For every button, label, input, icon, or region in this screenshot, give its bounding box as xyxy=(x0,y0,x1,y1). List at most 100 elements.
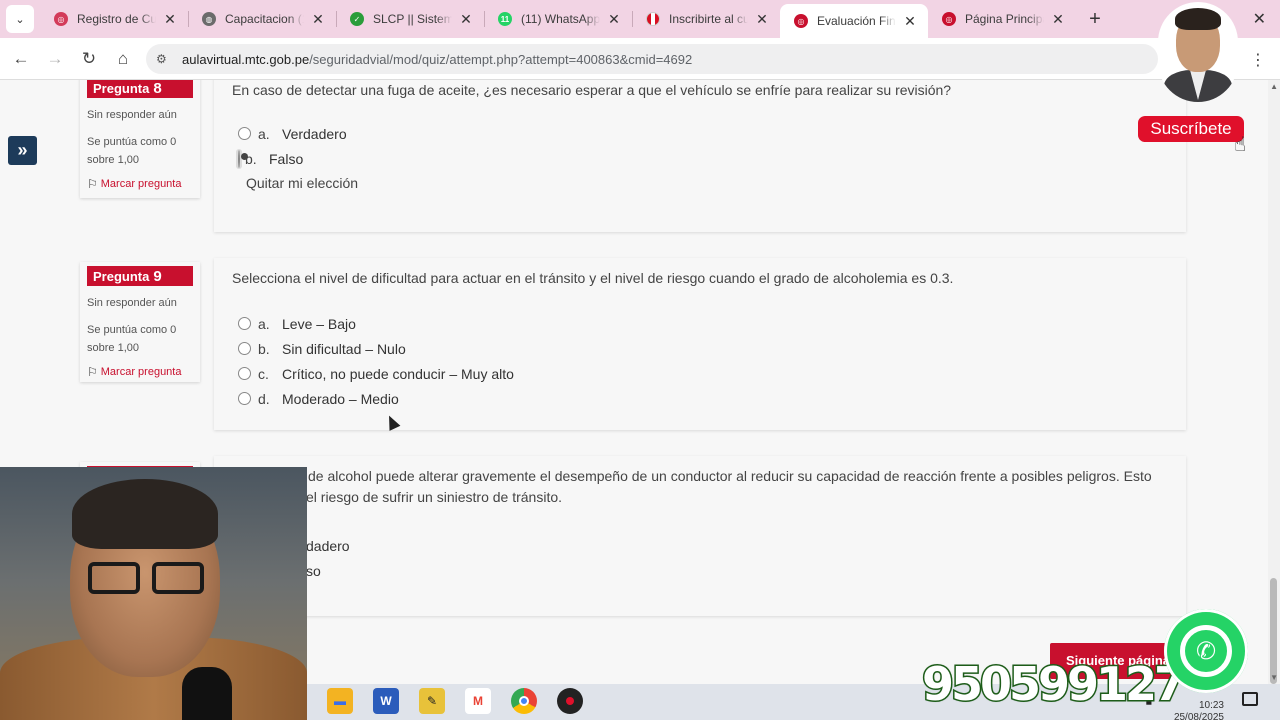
answer-letter: c. xyxy=(258,365,269,382)
close-icon[interactable]: ✕ xyxy=(606,11,622,28)
url-path: /seguridadvial/mod/quiz/attempt.php?atte… xyxy=(309,51,693,67)
tab-pagina-principal[interactable]: ◎ Página Principal ✕ xyxy=(928,0,1076,38)
question-state: Sin responder aún xyxy=(87,297,177,309)
subscribe-button[interactable]: Suscríbete xyxy=(1138,116,1244,142)
tab-search-button[interactable]: ⌄ xyxy=(6,5,34,33)
close-icon[interactable]: ✕ xyxy=(310,11,326,28)
radio-button[interactable] xyxy=(238,392,251,405)
notification-icon[interactable] xyxy=(1242,692,1258,706)
question-state: Sin responder aún xyxy=(87,109,177,121)
flag-question-link[interactable]: ⚐ Marcar pregunta xyxy=(87,177,193,191)
answer-text: Crítico, no puede conducir – Muy alto xyxy=(282,365,514,382)
phone-number-overlay: 950599127 xyxy=(920,656,1187,713)
answer-option[interactable]: a. Verdadero xyxy=(238,121,1168,146)
answer-option[interactable]: b. Sin dificultad – Nulo xyxy=(238,336,1168,361)
page-scrollbar[interactable]: ▲ ▼ xyxy=(1268,80,1280,684)
question-content-10: de alcohol puede alterar gravemente el d… xyxy=(214,456,1186,616)
answer-text: so xyxy=(306,562,321,579)
close-icon[interactable]: ✕ xyxy=(458,11,474,28)
question-content-8: En caso de detectar una fuga de aceite, … xyxy=(214,80,1186,232)
mtc-logo-icon: ◎ xyxy=(942,12,956,26)
answer-text: dadero xyxy=(306,537,350,554)
radio-button[interactable] xyxy=(238,367,251,380)
tab-title: Inscribirte al curso xyxy=(669,12,748,26)
url-host: aulavirtual.mtc.gob.pe xyxy=(182,51,310,67)
answer-letter: b. xyxy=(245,150,257,167)
flag-label: Marcar pregunta xyxy=(100,178,182,190)
file-explorer-icon[interactable]: ▬ xyxy=(327,688,353,714)
answer-option[interactable]: a. Leve – Bajo xyxy=(238,311,1168,336)
tab-inscribirte[interactable]: Inscribirte al curso ✕ xyxy=(632,0,780,38)
flag-icon: ⚐ xyxy=(87,365,98,379)
answer-letter: a. xyxy=(258,315,270,332)
word-icon[interactable]: W xyxy=(373,688,399,714)
window-close-icon[interactable]: ✕ xyxy=(1253,9,1266,29)
radio-button[interactable] xyxy=(238,127,251,140)
clock-date: 25/08/2025 xyxy=(1173,712,1224,720)
reload-icon[interactable]: ↻ xyxy=(72,49,106,69)
answer-option[interactable]: b. Falso xyxy=(236,146,1168,171)
close-icon[interactable]: ✕ xyxy=(1050,11,1066,28)
tab-evaluacion-final[interactable]: ◎ Evaluación Final ✕ xyxy=(780,4,928,38)
tab-strip: ⌄ ◎ Registro de Cursos ✕ ◍ Capacitacion … xyxy=(0,0,1280,38)
forward-arrow-icon[interactable]: → xyxy=(38,49,72,69)
webcam-overlay xyxy=(0,467,307,720)
radio-button[interactable] xyxy=(238,342,251,355)
flag-question-link[interactable]: ⚐ Marcar pregunta xyxy=(87,365,193,379)
question-info-8: Pregunta 8 Sin responder aún Se puntúa co… xyxy=(80,80,200,198)
scroll-down-icon[interactable]: ▼ xyxy=(1270,673,1278,682)
answer-text: Verdadero xyxy=(282,125,347,142)
question-label: Pregunta xyxy=(93,80,150,96)
new-tab-button[interactable]: + xyxy=(1080,8,1110,31)
globe-icon: ◎ xyxy=(54,12,68,26)
peru-flag-icon xyxy=(646,12,660,26)
scroll-up-icon[interactable]: ▲ xyxy=(1270,82,1278,91)
answer-option[interactable]: d. Moderado – Medio xyxy=(238,386,1168,411)
tab-title: SLCP || Sistema de xyxy=(373,12,452,26)
close-icon[interactable]: ✕ xyxy=(902,13,918,30)
question-number-value: 9 xyxy=(153,267,162,285)
radio-button-checked[interactable] xyxy=(238,149,240,168)
phone-icon: ✆ xyxy=(1180,625,1232,677)
drawer-toggle-button[interactable]: » xyxy=(8,136,37,165)
more-menu-icon[interactable]: ⋮ xyxy=(1250,50,1266,70)
tab-registro[interactable]: ◎ Registro de Cursos ✕ xyxy=(40,0,188,38)
gmail-icon[interactable]: M xyxy=(465,688,491,714)
pen-tool-icon[interactable]: ✎ xyxy=(419,688,445,714)
address-bar[interactable]: ⚙ aulavirtual.mtc.gob.pe/seguridadvial/m… xyxy=(146,44,1158,74)
question-text-line: de alcohol puede alterar gravemente el d… xyxy=(308,468,1152,484)
question-text: Selecciona el nivel de dificultad para a… xyxy=(232,270,954,286)
question-grade: Se puntúa como 0 sobre 1,00 xyxy=(87,136,177,166)
tab-slcp[interactable]: ✓ SLCP || Sistema de ✕ xyxy=(336,0,484,38)
answer-option[interactable]: dadero xyxy=(232,533,1168,558)
close-icon[interactable]: ✕ xyxy=(162,11,178,28)
tab-title: Evaluación Final xyxy=(817,14,896,28)
flag-label: Marcar pregunta xyxy=(100,366,182,378)
question-text: En caso de detectar una fuga de aceite, … xyxy=(232,82,952,98)
back-arrow-icon[interactable]: ← xyxy=(4,49,38,69)
scroll-thumb[interactable] xyxy=(1270,578,1277,684)
answer-option[interactable]: so xyxy=(232,558,1168,583)
question-number: Pregunta 9 xyxy=(87,266,193,286)
answer-text: Leve – Bajo xyxy=(282,315,356,332)
tab-capacitacion[interactable]: ◍ Capacitacion (1) ✕ xyxy=(188,0,336,38)
answer-text: Falso xyxy=(269,150,304,167)
question-grade: Se puntúa como 0 sobre 1,00 xyxy=(87,324,177,354)
question-text-line: el riesgo de sufrir un siniestro de trán… xyxy=(306,489,563,505)
question-number: Pregunta 8 xyxy=(87,80,193,98)
question-content-9: Selecciona el nivel de dificultad para a… xyxy=(214,258,1186,430)
chrome-icon[interactable] xyxy=(511,688,537,714)
close-icon[interactable]: ✕ xyxy=(754,11,770,28)
answer-option[interactable]: c. Crítico, no puede conducir – Muy alto xyxy=(238,361,1168,386)
answer-letter: a. xyxy=(258,125,270,142)
tab-whatsapp[interactable]: 11 (11) WhatsApp Business ✕ xyxy=(484,0,632,38)
answer-list: a. Leve – Bajo b. Sin dificultad – Nulo … xyxy=(232,311,1168,411)
answer-list: a. Verdadero b. Falso xyxy=(232,121,1168,171)
site-info-icon[interactable]: ⚙ xyxy=(156,52,176,66)
recorder-icon[interactable] xyxy=(557,688,583,714)
flag-icon: ⚐ xyxy=(87,177,98,191)
tab-title: (11) WhatsApp Business xyxy=(521,12,600,26)
radio-button[interactable] xyxy=(238,317,251,330)
home-icon[interactable]: ⌂ xyxy=(106,49,140,69)
clear-choice-link[interactable]: Quitar mi elección xyxy=(246,175,1168,191)
